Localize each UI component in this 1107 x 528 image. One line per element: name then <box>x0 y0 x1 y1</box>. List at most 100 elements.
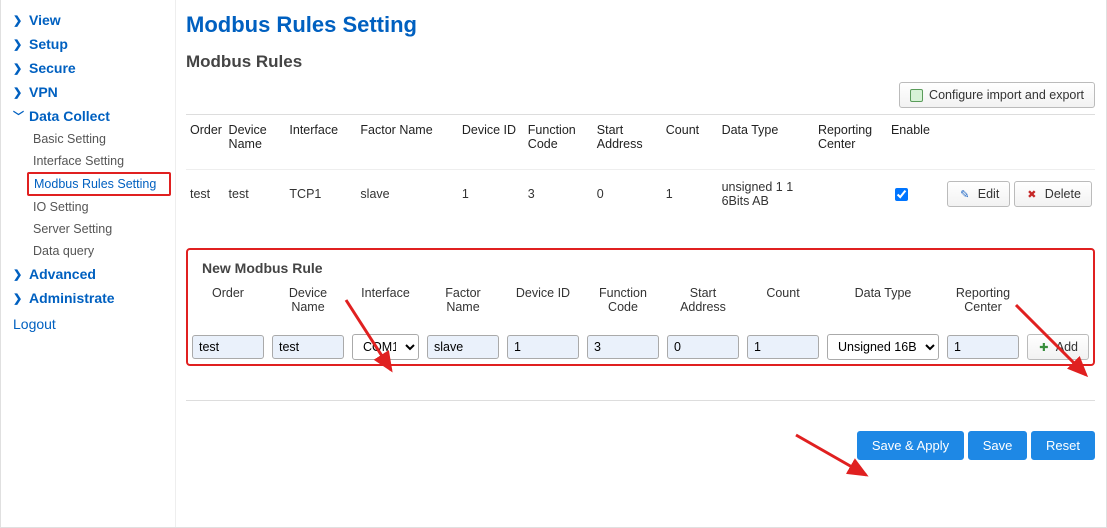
add-button[interactable]: ✚ Add <box>1027 334 1089 360</box>
col-start-address: Start Address <box>593 115 662 170</box>
sidebar-item-administrate[interactable]: ❯Administrate <box>13 286 175 310</box>
col-data-type: Data Type <box>718 115 814 170</box>
col-interface: Interface <box>285 115 356 170</box>
count-input[interactable] <box>747 335 819 359</box>
section-title: New Modbus Rule <box>188 250 1093 280</box>
cell-reporting-center <box>814 170 887 219</box>
chevron-down-icon: ﹀ <box>13 108 29 124</box>
button-label: Delete <box>1045 187 1081 201</box>
sidebar-item-label: VPN <box>29 84 58 100</box>
hdr-reporting-center: Reporting Center <box>943 280 1023 330</box>
table-row: test test TCP1 slave 1 3 0 1 unsigned 1 … <box>186 170 1095 219</box>
delete-button[interactable]: ✖ Delete <box>1014 181 1092 207</box>
col-device-id: Device ID <box>458 115 524 170</box>
table-header-row: Order Device Name Interface Factor Name … <box>186 115 1095 170</box>
sidebar-item-modbus-rules-setting[interactable]: Modbus Rules Setting <box>27 172 171 196</box>
device-name-input[interactable] <box>272 335 344 359</box>
sidebar-item-data-collect[interactable]: ﹀Data Collect <box>13 104 175 128</box>
import-export-icon <box>910 89 923 102</box>
page-subtitle: Modbus Rules <box>186 52 1095 72</box>
sidebar-item-setup[interactable]: ❯Setup <box>13 32 175 56</box>
sidebar-item-basic-setting[interactable]: Basic Setting <box>27 128 175 150</box>
page-title: Modbus Rules Setting <box>186 12 1095 38</box>
col-count: Count <box>662 115 718 170</box>
interface-select[interactable]: COM1 <box>352 334 419 360</box>
configure-import-export-button[interactable]: Configure import and export <box>899 82 1095 108</box>
button-label: Configure import and export <box>929 88 1084 102</box>
enable-checkbox[interactable] <box>895 188 908 201</box>
col-order: Order <box>186 115 225 170</box>
hdr-interface: Interface <box>348 280 423 330</box>
hdr-factor-name: Factor Name <box>423 280 503 330</box>
logout-link[interactable]: Logout <box>13 310 175 338</box>
start-address-input[interactable] <box>667 335 739 359</box>
sidebar-item-view[interactable]: ❯View <box>13 8 175 32</box>
sidebar-item-data-query[interactable]: Data query <box>27 240 175 262</box>
cell-actions: ✎ Edit ✖ Delete <box>943 170 1095 219</box>
col-function-code: Function Code <box>524 115 593 170</box>
order-input[interactable] <box>192 335 264 359</box>
subnav-data-collect: Basic Setting Interface Setting Modbus R… <box>27 128 175 262</box>
sidebar-item-advanced[interactable]: ❯Advanced <box>13 262 175 286</box>
rules-table: Order Device Name Interface Factor Name … <box>186 115 1095 218</box>
chevron-right-icon: ❯ <box>13 268 29 281</box>
hdr-order: Order <box>188 280 268 330</box>
cell-start-address: 0 <box>593 170 662 219</box>
cell-device-name: test <box>225 170 286 219</box>
sidebar-item-vpn[interactable]: ❯VPN <box>13 80 175 104</box>
chevron-right-icon: ❯ <box>13 62 29 75</box>
reset-button[interactable]: Reset <box>1031 431 1095 460</box>
sidebar-item-label: Secure <box>29 60 76 76</box>
function-code-input[interactable] <box>587 335 659 359</box>
divider <box>186 400 1095 401</box>
factor-name-input[interactable] <box>427 335 499 359</box>
cell-data-type: unsigned 1 1 6Bits AB <box>718 170 814 219</box>
col-enable: Enable <box>887 115 943 170</box>
chevron-right-icon: ❯ <box>13 292 29 305</box>
hdr-start-address: Start Address <box>663 280 743 330</box>
device-id-input[interactable] <box>507 335 579 359</box>
cell-function-code: 3 <box>524 170 593 219</box>
sidebar: ❯View ❯Setup ❯Secure ❯VPN ﹀Data Collect … <box>1 0 176 527</box>
new-rule-section: New Modbus Rule Order Device Name Interf… <box>186 248 1095 366</box>
col-device-name: Device Name <box>225 115 286 170</box>
sidebar-item-label: Setup <box>29 36 68 52</box>
hdr-device-id: Device ID <box>503 280 583 330</box>
sidebar-item-label: Data Collect <box>29 108 110 124</box>
hdr-data-type: Data Type <box>823 280 943 330</box>
sidebar-item-interface-setting[interactable]: Interface Setting <box>27 150 175 172</box>
cell-interface: TCP1 <box>285 170 356 219</box>
hdr-device-name: Device Name <box>268 280 348 330</box>
footer-actions: Save & Apply Save Reset <box>186 431 1095 460</box>
cell-device-id: 1 <box>458 170 524 219</box>
sidebar-item-server-setting[interactable]: Server Setting <box>27 218 175 240</box>
sidebar-item-label: View <box>29 12 61 28</box>
cell-count: 1 <box>662 170 718 219</box>
reporting-center-input[interactable] <box>947 335 1019 359</box>
cell-factor-name: slave <box>356 170 457 219</box>
new-rule-form: Order Device Name Interface Factor Name … <box>188 280 1093 364</box>
chevron-right-icon: ❯ <box>13 38 29 51</box>
cell-enable <box>887 170 943 219</box>
sidebar-item-io-setting[interactable]: IO Setting <box>27 196 175 218</box>
col-reporting-center: Reporting Center <box>814 115 887 170</box>
edit-button[interactable]: ✎ Edit <box>947 181 1011 207</box>
sidebar-item-secure[interactable]: ❯Secure <box>13 56 175 80</box>
sidebar-item-label: Advanced <box>29 266 96 282</box>
delete-icon: ✖ <box>1025 187 1039 201</box>
data-type-select[interactable]: Unsigned 16Bits <box>827 334 939 360</box>
chevron-right-icon: ❯ <box>13 86 29 99</box>
button-label: Edit <box>978 187 1000 201</box>
form-header-row: Order Device Name Interface Factor Name … <box>188 280 1093 330</box>
button-label: Add <box>1056 340 1078 354</box>
save-button[interactable]: Save <box>968 431 1028 460</box>
hdr-count: Count <box>743 280 823 330</box>
form-input-row: COM1 Unsigned 16Bits ✚ Add <box>188 330 1093 364</box>
add-icon: ✚ <box>1038 340 1050 354</box>
save-apply-button[interactable]: Save & Apply <box>857 431 964 460</box>
sidebar-item-label: Administrate <box>29 290 115 306</box>
col-factor-name: Factor Name <box>356 115 457 170</box>
hdr-function-code: Function Code <box>583 280 663 330</box>
cell-order: test <box>186 170 225 219</box>
edit-icon: ✎ <box>958 187 972 201</box>
